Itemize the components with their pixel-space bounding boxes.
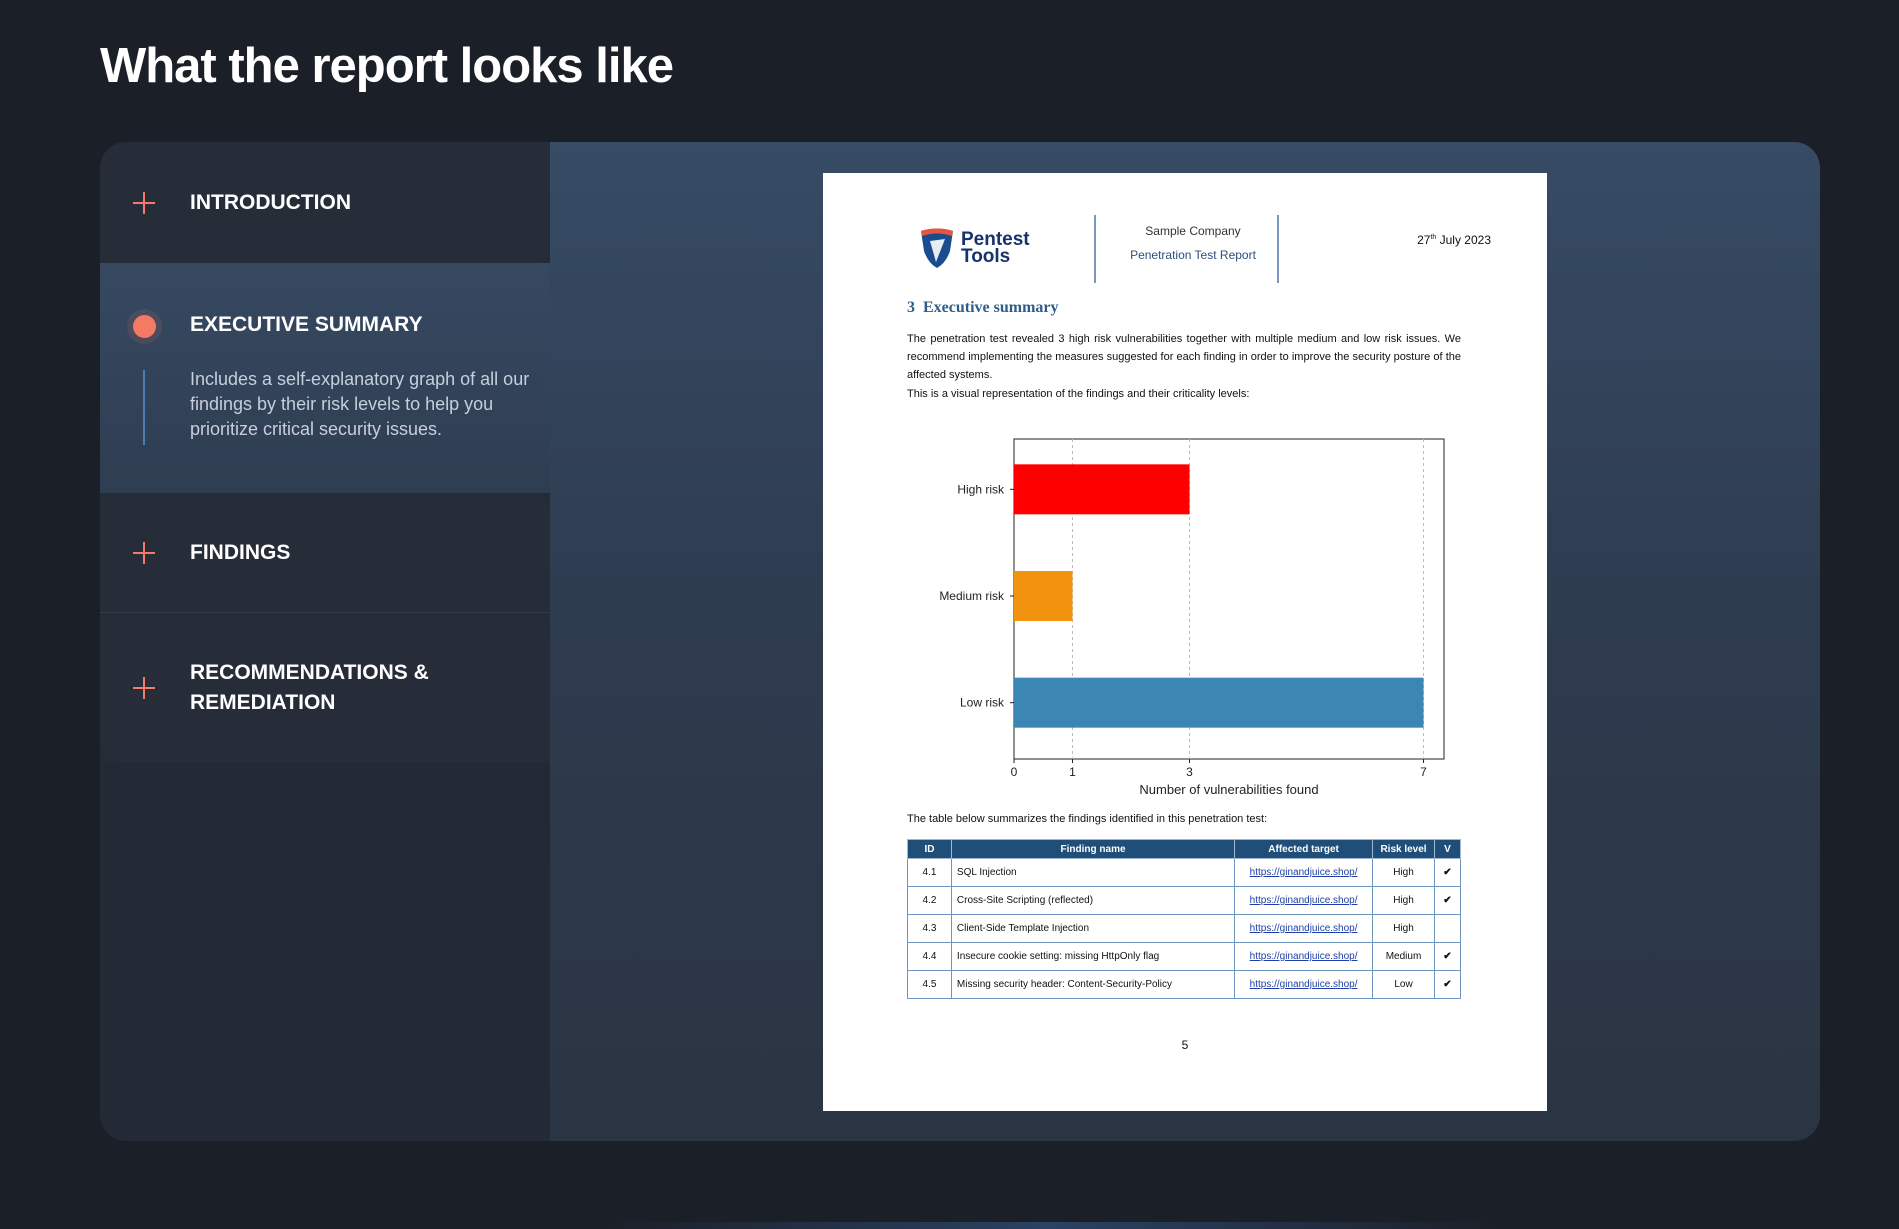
report-header: Pentest Tools Sample Company Penetration… xyxy=(823,173,1547,293)
accordion-label: EXECUTIVE SUMMARY xyxy=(190,313,423,336)
finding-name: SQL Injection xyxy=(950,858,1236,887)
table-intro-text: The table below summarizes the findings … xyxy=(907,813,1268,825)
plus-icon xyxy=(133,676,155,699)
shield-logo-icon xyxy=(921,228,953,268)
risk-level: High xyxy=(1372,858,1435,887)
column-header: Risk level xyxy=(1372,839,1435,859)
table-header-row: ID Finding name Affected target Risk lev… xyxy=(907,839,1462,859)
plus-icon xyxy=(133,191,155,214)
y-tick-label: Medium risk xyxy=(939,589,1005,603)
x-axis-label: Number of vulnerabilities found xyxy=(1139,782,1318,797)
report-page: Pentest Tools Sample Company Penetration… xyxy=(823,173,1547,1111)
findings-table: ID Finding name Affected target Risk lev… xyxy=(907,839,1462,999)
verified-check-icon: ✔ xyxy=(1433,858,1462,887)
accordion-item-recommendations[interactable]: RECOMMENDATIONS & REMEDIATION xyxy=(100,613,550,762)
chart-intro-text: This is a visual representation of the f… xyxy=(907,388,1250,400)
bar-high-risk xyxy=(1014,464,1190,515)
column-header: V xyxy=(1433,839,1462,859)
accordion-label: INTRODUCTION xyxy=(190,190,351,214)
x-tick-label: 7 xyxy=(1420,765,1427,779)
section-heading: 3 Executive summary xyxy=(907,299,1059,316)
active-dot-icon xyxy=(133,315,156,338)
verified-check-icon: ✔ xyxy=(1433,942,1462,971)
affected-target: https://ginandjuice.shop/ xyxy=(1234,858,1374,887)
table-row: 4.5 Missing security header: Content-Sec… xyxy=(907,970,1462,999)
page-number: 5 xyxy=(1181,1038,1189,1052)
plus-icon xyxy=(133,541,155,564)
table-row: 4.3 Client-Side Template Injection https… xyxy=(907,914,1462,943)
accordion-label: RECOMMENDATIONS & REMEDIATION xyxy=(190,660,429,714)
report-name: Penetration Test Report xyxy=(1130,248,1256,262)
accordion-item-findings[interactable]: FINDINGS xyxy=(100,493,550,613)
table-row: 4.2 Cross-Site Scripting (reflected) htt… xyxy=(907,886,1462,915)
target-link[interactable]: https://ginandjuice.shop/ xyxy=(1250,895,1358,906)
logo-wordmark: Pentest Tools xyxy=(961,230,1030,267)
report-date: 27th July 2023 xyxy=(1417,233,1491,247)
x-tick-label: 1 xyxy=(1069,765,1076,779)
bottom-glow xyxy=(600,1222,1500,1229)
risk-level: Low xyxy=(1372,970,1435,999)
target-link[interactable]: https://ginandjuice.shop/ xyxy=(1250,979,1358,990)
column-header: Affected target xyxy=(1234,839,1374,859)
accordion-item-introduction[interactable]: INTRODUCTION xyxy=(100,142,550,263)
summary-paragraph: The penetration test revealed 3 high ris… xyxy=(907,333,1461,381)
finding-id: 4.2 xyxy=(907,886,952,915)
x-tick-label: 3 xyxy=(1186,765,1193,779)
target-link[interactable]: https://ginandjuice.shop/ xyxy=(1250,951,1358,962)
report-preview-panel: Pentest Tools Sample Company Penetration… xyxy=(550,142,1820,1141)
report-sections-accordion: INTRODUCTION EXECUTIVE SUMMARY Includes … xyxy=(100,142,550,762)
company-name: Sample Company xyxy=(1145,224,1241,238)
finding-name: Insecure cookie setting: missing HttpOnl… xyxy=(950,942,1236,971)
x-tick-label: 0 xyxy=(1011,765,1018,779)
finding-id: 4.3 xyxy=(907,914,952,943)
risk-level: High xyxy=(1372,886,1435,915)
accordion-item-executive-summary[interactable]: EXECUTIVE SUMMARY Includes a self-explan… xyxy=(100,263,550,493)
target-link[interactable]: https://ginandjuice.shop/ xyxy=(1250,923,1358,934)
bar-medium-risk xyxy=(1014,571,1073,621)
table-row: 4.4 Insecure cookie setting: missing Htt… xyxy=(907,942,1462,971)
description-accent-line xyxy=(143,370,145,445)
verified-check-icon: ✔ xyxy=(1433,970,1462,999)
finding-id: 4.5 xyxy=(907,970,952,999)
finding-name: Cross-Site Scripting (reflected) xyxy=(950,886,1236,915)
finding-id: 4.1 xyxy=(907,858,952,887)
page-title: What the report looks like xyxy=(100,39,674,93)
logo-line-2: Tools xyxy=(961,246,1011,267)
column-header: ID xyxy=(907,839,952,859)
finding-name: Client-Side Template Injection xyxy=(950,914,1236,943)
affected-target: https://ginandjuice.shop/ xyxy=(1234,914,1374,943)
column-header: Finding name xyxy=(950,839,1236,859)
risk-level: High xyxy=(1372,914,1435,943)
affected-target: https://ginandjuice.shop/ xyxy=(1234,970,1374,999)
bar-low-risk xyxy=(1014,677,1424,728)
risk-bar-chart: High risk Medium risk Low risk 0 1 3 7 Number o… xyxy=(939,438,1445,797)
verified-check-icon xyxy=(1433,914,1462,943)
finding-id: 4.4 xyxy=(907,942,952,971)
affected-target: https://ginandjuice.shop/ xyxy=(1234,942,1374,971)
affected-target: https://ginandjuice.shop/ xyxy=(1234,886,1374,915)
y-tick-label: High risk xyxy=(957,482,1005,496)
risk-level: Medium xyxy=(1372,942,1435,971)
verified-check-icon: ✔ xyxy=(1433,886,1462,915)
accordion-label: FINDINGS xyxy=(190,540,291,564)
target-link[interactable]: https://ginandjuice.shop/ xyxy=(1250,867,1358,878)
accordion-description: Includes a self-explanatory graph of all… xyxy=(190,369,530,439)
finding-name: Missing security header: Content-Securit… xyxy=(950,970,1236,999)
report-showcase-card: INTRODUCTION EXECUTIVE SUMMARY Includes … xyxy=(100,142,1820,1141)
table-row: 4.1 SQL Injection https://ginandjuice.sh… xyxy=(907,858,1462,887)
y-tick-label: Low risk xyxy=(960,696,1005,710)
